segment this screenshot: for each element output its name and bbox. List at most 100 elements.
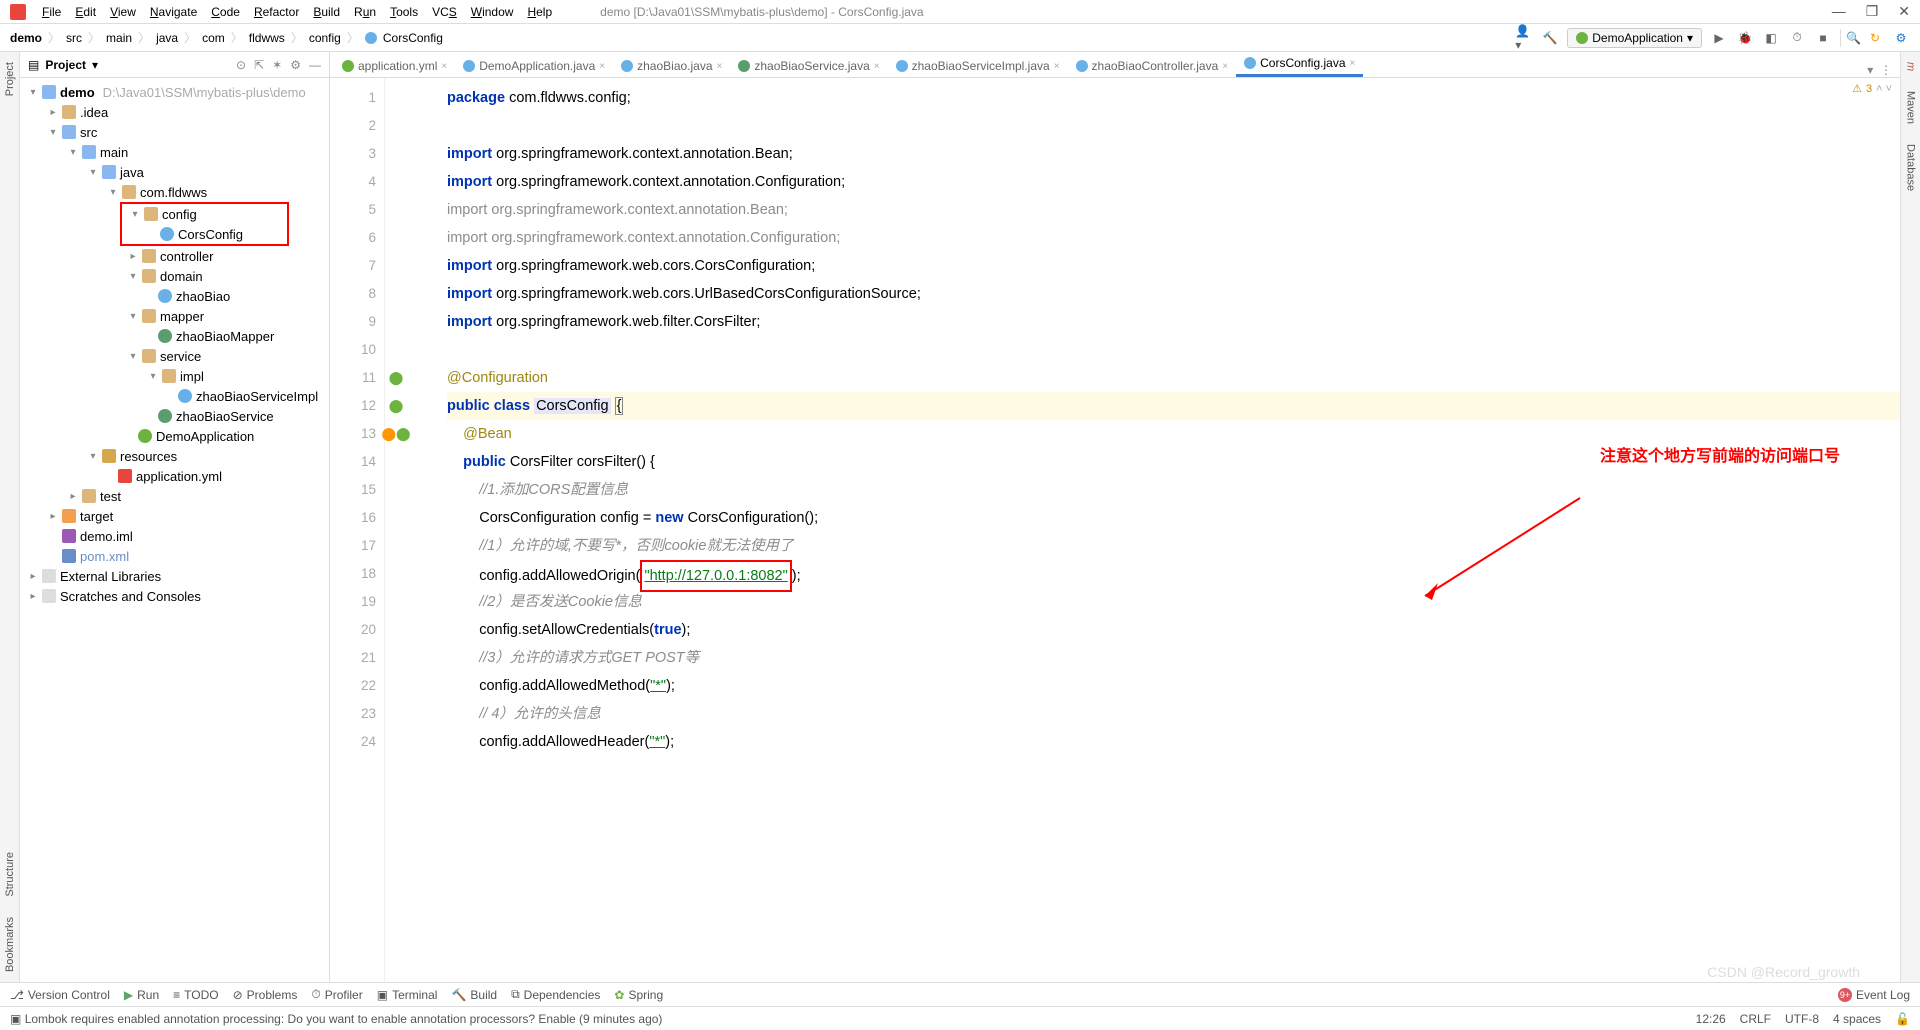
tree-libs[interactable]: ▸External Libraries (20, 566, 329, 586)
event-log[interactable]: 9+ Event Log (1838, 988, 1910, 1002)
sidetab-database[interactable]: Database (1903, 134, 1919, 201)
gutter-icons[interactable]: ⬤ ⬤ ⬤⬤ (385, 78, 407, 982)
tree-item[interactable]: zhaoBiao (20, 286, 329, 306)
tabs-dropdown-icon[interactable]: ▾ (1867, 63, 1873, 77)
tree-item[interactable]: ▾impl (20, 366, 329, 386)
close-tab-icon[interactable]: × (1054, 61, 1060, 72)
search-icon[interactable]: 🔍 (1840, 29, 1858, 47)
bean-gutter-icon[interactable]: ⬤ (381, 420, 396, 448)
tree-item[interactable]: ▾com.fldwws (20, 182, 329, 202)
bc-main[interactable]: main (106, 31, 132, 45)
sidetab-structure[interactable]: Structure (2, 842, 18, 907)
sync-icon[interactable]: ↻ (1866, 29, 1884, 47)
run-icon[interactable]: ▶ (1710, 29, 1728, 47)
menu-window[interactable]: Window (465, 5, 520, 19)
close-icon[interactable]: ✕ (1898, 3, 1910, 20)
tree-scratches[interactable]: ▸Scratches and Consoles (20, 586, 329, 606)
tool-version-control[interactable]: ⎇ Version Control (10, 988, 110, 1002)
tree-root[interactable]: ▾demoD:\Java01\SSM\mybatis-plus\demo (20, 82, 329, 102)
bc-corsconfig[interactable]: CorsConfig (383, 31, 443, 45)
close-tab-icon[interactable]: × (599, 61, 605, 72)
tree-item[interactable]: ▸target (20, 506, 329, 526)
tree-item[interactable]: ▾domain (20, 266, 329, 286)
tool-problems[interactable]: ⊘ Problems (233, 988, 298, 1002)
close-tab-icon[interactable]: × (441, 61, 447, 72)
chevron-down-icon[interactable]: ▾ (92, 58, 98, 72)
run-configuration[interactable]: DemoApplication ▾ (1567, 28, 1702, 48)
code-content[interactable]: package com.fldwws.config; import org.sp… (407, 78, 1900, 982)
close-tab-icon[interactable]: × (1350, 58, 1356, 69)
expand-all-icon[interactable]: ⇱ (254, 58, 264, 72)
tab-zhaobiaocontroller[interactable]: zhaoBiaoController.java× (1068, 55, 1237, 77)
tree-item[interactable]: demo.iml (20, 526, 329, 546)
stop-icon[interactable]: ■ (1814, 29, 1832, 47)
profile-icon[interactable]: ⏱ (1788, 29, 1806, 47)
menu-tools[interactable]: Tools (384, 5, 424, 19)
breadcrumb[interactable]: demo〉 src〉 main〉 java〉 com〉 fldwws〉 conf… (10, 29, 443, 46)
menu-navigate[interactable]: Navigate (144, 5, 203, 19)
status-line-sep[interactable]: CRLF (1740, 1012, 1771, 1026)
settings-icon[interactable]: ⚙ (1892, 29, 1910, 47)
tree-item[interactable]: ▾src (20, 122, 329, 142)
tree-item[interactable]: ▾service (20, 346, 329, 366)
tool-profiler[interactable]: ⏱ Profiler (311, 987, 362, 1002)
sidetab-maven[interactable]: m (1903, 52, 1919, 81)
line-gutter[interactable]: 123456789101112131415161718192021222324 (330, 78, 385, 982)
tab-zhaobiaoserviceimpl[interactable]: zhaoBiaoServiceImpl.java× (888, 55, 1068, 77)
minimize-icon[interactable]: — (1832, 3, 1846, 20)
build-icon[interactable]: 🔨 (1541, 29, 1559, 47)
close-tab-icon[interactable]: × (1222, 61, 1228, 72)
tree-item[interactable]: ▾java (20, 162, 329, 182)
tree-item[interactable]: application.yml (20, 466, 329, 486)
tool-dependencies[interactable]: ⧉ Dependencies (511, 987, 600, 1002)
status-position[interactable]: 12:26 (1696, 1012, 1726, 1026)
spring-gutter-icon[interactable]: ⬤ (389, 364, 404, 392)
tool-build[interactable]: 🔨 Build (451, 988, 497, 1002)
menu-refactor[interactable]: Refactor (248, 5, 305, 19)
tool-todo[interactable]: ≡ TODO (173, 988, 218, 1002)
user-icon[interactable]: 👤▾ (1515, 29, 1533, 47)
tree-item-corsconfig[interactable]: CorsConfig (122, 224, 287, 244)
tab-zhaobiao[interactable]: zhaoBiao.java× (613, 55, 730, 77)
hide-icon[interactable]: — (309, 58, 321, 72)
bc-fldwws[interactable]: fldwws (249, 31, 285, 45)
menu-help[interactable]: Help (521, 5, 558, 19)
menu-edit[interactable]: Edit (69, 5, 102, 19)
tree-item[interactable]: ▸test (20, 486, 329, 506)
project-tree[interactable]: ▾demoD:\Java01\SSM\mybatis-plus\demo ▸.i… (20, 78, 329, 982)
bc-com[interactable]: com (202, 31, 225, 45)
status-icon[interactable]: ▣ (10, 1012, 21, 1026)
tree-item[interactable]: DemoApplication (20, 426, 329, 446)
sidetab-maven-label[interactable]: Maven (1903, 81, 1919, 134)
tree-item[interactable]: ▸controller (20, 246, 329, 266)
tree-item[interactable]: ▾mapper (20, 306, 329, 326)
menu-vcs[interactable]: VCS (426, 5, 463, 19)
tool-run[interactable]: ▶ Run (124, 988, 159, 1002)
tab-zhaobiaoservice[interactable]: zhaoBiaoService.java× (730, 55, 887, 77)
status-message[interactable]: Lombok requires enabled annotation proce… (25, 1012, 663, 1026)
code-area[interactable]: ⚠ 3 ˄ ˅ 12345678910111213141516171819202… (330, 78, 1900, 982)
debug-icon[interactable]: 🐞 (1736, 29, 1754, 47)
spring-gutter-icon[interactable]: ⬤ (389, 392, 404, 420)
maximize-icon[interactable]: ❐ (1866, 3, 1879, 20)
tree-item[interactable]: zhaoBiaoServiceImpl (20, 386, 329, 406)
tree-item-config[interactable]: ▾config (122, 204, 287, 224)
tab-demoapp[interactable]: DemoApplication.java× (455, 55, 613, 77)
status-indent[interactable]: 4 spaces (1833, 1012, 1881, 1026)
lock-icon[interactable]: 🔓 (1895, 1012, 1910, 1026)
menu-build[interactable]: Build (307, 5, 346, 19)
tab-application-yml[interactable]: application.yml× (334, 55, 455, 77)
tree-item[interactable]: ▸.idea (20, 102, 329, 122)
gear-icon[interactable]: ⚙ (290, 58, 301, 72)
sidetab-project[interactable]: Project (2, 52, 18, 106)
tree-item[interactable]: ▾main (20, 142, 329, 162)
collapse-icon[interactable]: ✶ (272, 58, 282, 72)
bc-src[interactable]: src (66, 31, 82, 45)
tabs-more-icon[interactable]: ⋮ (1880, 63, 1892, 77)
tree-item[interactable]: ▾resources (20, 446, 329, 466)
tree-item[interactable]: zhaoBiaoService (20, 406, 329, 426)
bc-java[interactable]: java (156, 31, 178, 45)
select-opened-icon[interactable]: ⊙ (236, 58, 246, 72)
close-tab-icon[interactable]: × (874, 61, 880, 72)
tool-spring[interactable]: ✿ Spring (614, 988, 663, 1002)
